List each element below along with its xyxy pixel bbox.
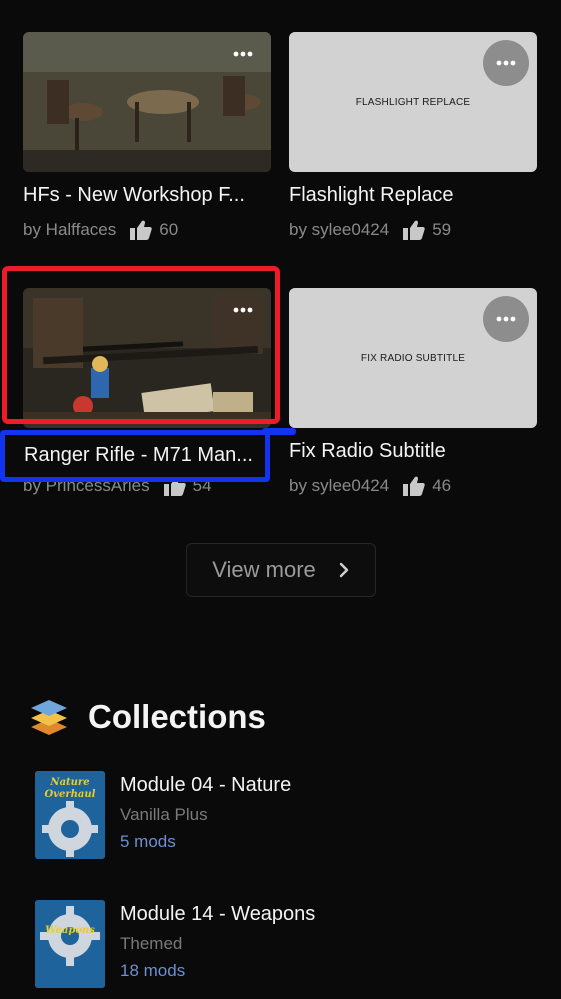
highlight-box-red [2,266,280,424]
more-options-icon[interactable] [483,296,529,342]
collection-mod-count[interactable]: 18 mods [120,961,185,981]
collection-badge: Weapons [45,925,95,936]
collections-header: Collections [30,694,266,740]
mod-title[interactable]: Ranger Rifle - M71 Man... [24,444,253,467]
collection-category: Vanilla Plus [120,805,208,824]
chevron-right-icon [339,562,348,578]
collection-item[interactable]: Weapons Module 14 - Weapons Themed 18 mo… [35,900,525,990]
like-count: 59 [432,220,452,239]
mod-author[interactable]: by sylee0424 [289,220,389,240]
mod-title[interactable]: Fix Radio Subtitle [289,440,537,463]
collection-thumbnail[interactable]: Nature Overhaul [35,771,105,859]
mod-thumbnail[interactable]: FLASHLIGHT REPLACE [289,32,537,172]
thumbs-up-icon [130,220,152,240]
thumbs-up-icon [403,476,425,496]
thumbnail-label: FIX RADIO SUBTITLE [360,352,466,364]
collection-name[interactable]: Module 04 - Nature [120,774,291,797]
collection-badge: Nature Overhaul [44,777,96,800]
mod-author[interactable]: by sylee0424 [289,476,389,496]
like-count: 60 [159,220,179,239]
collection-thumbnail[interactable]: Weapons [35,900,105,988]
more-options-icon[interactable] [229,44,257,64]
highlight-box-blue: Ranger Rifle - M71 Man... [0,430,270,482]
mod-thumbnail[interactable] [23,32,271,172]
collection-name[interactable]: Module 14 - Weapons [120,903,315,926]
view-more-label: View more [212,557,316,582]
collection-mod-count[interactable]: 5 mods [120,832,176,852]
view-more-button[interactable]: View more [186,543,376,597]
collection-item[interactable]: Nature Overhaul Module 04 - Nature Vanil… [35,771,525,861]
mod-thumbnail[interactable]: FIX RADIO SUBTITLE [289,288,537,428]
collection-category: Themed [120,934,183,953]
stacked-layers-icon [31,700,67,735]
section-title: Collections [88,698,266,735]
more-options-icon[interactable] [483,40,529,86]
like-count: 46 [432,476,452,495]
thumbs-up-icon [403,220,425,240]
mod-author[interactable]: by Halffaces [23,220,116,240]
mod-title[interactable]: HFs - New Workshop F... [23,184,271,207]
mod-title[interactable]: Flashlight Replace [289,184,537,207]
thumbnail-label: FLASHLIGHT REPLACE [355,96,471,108]
